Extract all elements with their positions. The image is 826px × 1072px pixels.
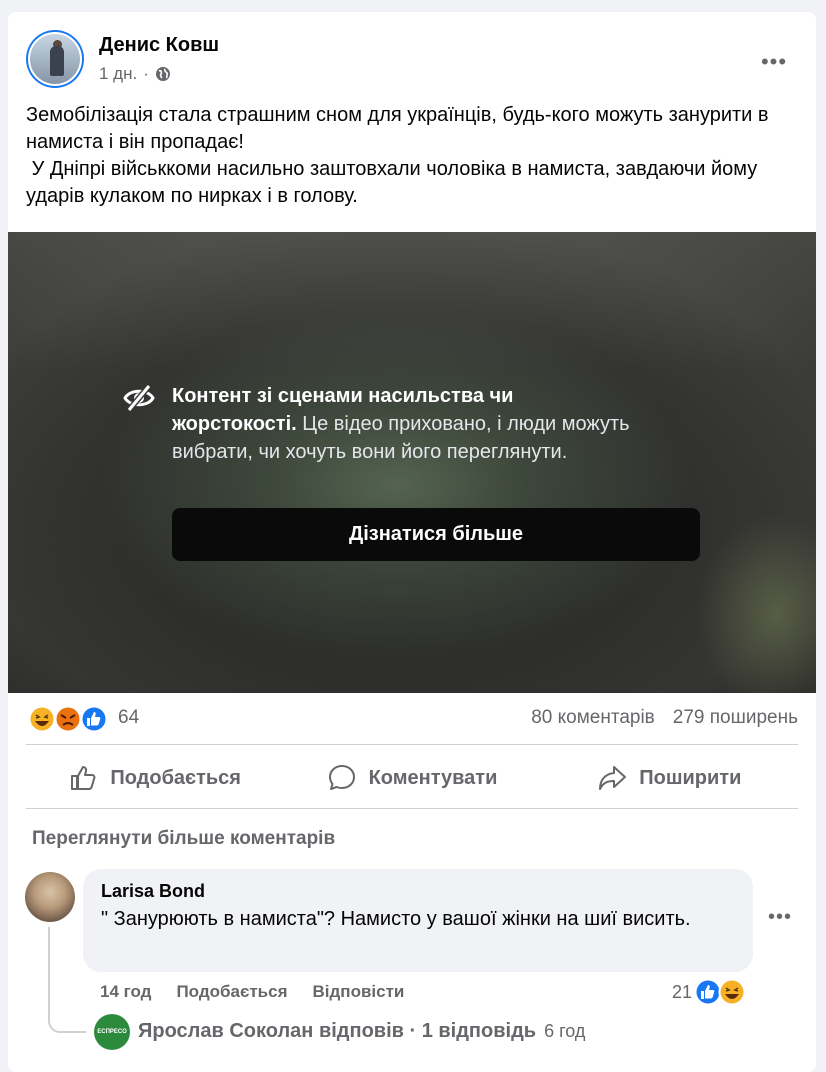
eye-slash-icon xyxy=(123,384,155,412)
like-button[interactable]: Подобається xyxy=(26,756,283,800)
comment-icon xyxy=(328,765,355,790)
comment-like-button[interactable]: Подобається xyxy=(176,982,287,1002)
post-meta: 1 дн. · xyxy=(99,64,171,84)
avatar-figure xyxy=(50,46,64,76)
comment-time[interactable]: 14 год xyxy=(100,982,151,1002)
comment-reply-button[interactable]: Відповісти xyxy=(313,982,405,1002)
comment-text: " Занурюють в намиста"? Намисто у вашої … xyxy=(101,908,691,930)
post-header: Денис Ковш 1 дн. · ••• xyxy=(26,30,798,90)
post-actions: Подобається Коментувати Поширити xyxy=(26,756,798,800)
reply-avatar-logo: ЕСПРЕСО xyxy=(97,1029,127,1035)
share-label: Поширити xyxy=(639,766,742,789)
post-card: Денис Ковш 1 дн. · ••• Земобілізація ста… xyxy=(8,12,816,1072)
learn-more-button[interactable]: Дізнатися більше xyxy=(172,508,700,561)
comment-reaction-count: 21 xyxy=(672,981,693,1002)
reply-thread-line xyxy=(48,927,86,1033)
haha-icon xyxy=(718,978,746,1006)
meta-separator: · xyxy=(143,64,149,83)
comment-author[interactable]: Larisa Bond xyxy=(101,881,205,902)
avatar-photo xyxy=(28,32,82,86)
share-icon xyxy=(599,766,627,790)
globe-icon xyxy=(155,67,170,81)
comment-options-button[interactable]: ••• xyxy=(768,906,792,929)
thumbs-up-icon xyxy=(71,766,96,790)
share-count[interactable]: 279 поширень xyxy=(673,707,798,729)
author-avatar[interactable] xyxy=(26,30,84,88)
view-replies-link[interactable]: Ярослав Соколан відповів · 1 відповідь 6… xyxy=(138,1020,585,1043)
reply-summary-text: Ярослав Соколан відповів · 1 відповідь xyxy=(138,1020,537,1042)
view-more-comments[interactable]: Переглянути більше коментарів xyxy=(32,828,335,850)
post-time[interactable]: 1 дн. xyxy=(99,64,137,84)
share-button[interactable]: Поширити xyxy=(541,756,798,800)
divider-top xyxy=(26,744,798,745)
warning-text: Контент зі сценами насильства чи жорсток… xyxy=(172,382,642,466)
post-stats: 64 80 коментарів 279 поширень xyxy=(26,703,798,735)
comment-footer: 14 год Подобається Відповісти xyxy=(100,982,404,1002)
comment-label: Коментувати xyxy=(368,766,498,789)
reaction-count[interactable]: 64 xyxy=(118,707,139,729)
divider-bottom xyxy=(26,808,798,809)
comment-button[interactable]: Коментувати xyxy=(283,756,540,800)
reply-avatar[interactable]: ЕСПРЕСО xyxy=(94,1014,130,1050)
comment-reactions[interactable]: 21 xyxy=(672,978,746,1006)
like-label: Подобається xyxy=(110,766,241,789)
post-text: Земобілізація стала страшним сном для ук… xyxy=(26,104,769,207)
haha-icon xyxy=(28,705,56,733)
author-name[interactable]: Денис Ковш xyxy=(99,34,219,57)
video-blur-highlight xyxy=(696,513,816,693)
like-icon xyxy=(80,705,108,733)
like-icon xyxy=(694,978,722,1006)
hidden-video[interactable]: Контент зі сценами насильства чи жорсток… xyxy=(8,232,816,693)
comment-avatar[interactable] xyxy=(25,872,75,922)
stats-right: 80 коментарів 279 поширень xyxy=(531,707,798,729)
post-options-button[interactable]: ••• xyxy=(756,44,792,80)
reaction-icons[interactable] xyxy=(28,705,112,733)
comment-bubble: Larisa Bond " Занурюють в намиста"? Нами… xyxy=(83,869,753,972)
angry-icon xyxy=(54,705,82,733)
comment-count[interactable]: 80 коментарів xyxy=(531,707,655,729)
reply-summary-time: 6 год xyxy=(544,1021,586,1041)
comment-reaction-icons xyxy=(694,978,746,1006)
